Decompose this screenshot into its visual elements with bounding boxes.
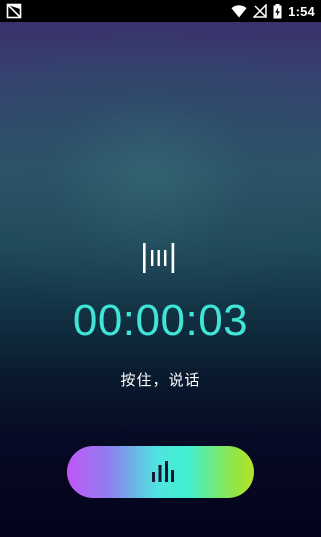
status-time: 1:54: [288, 3, 315, 19]
status-icons: 1:54: [231, 0, 315, 22]
elapsed-timer: 00:00:03: [72, 296, 249, 345]
status-bar: 1:54: [0, 0, 321, 22]
hold-to-record-button[interactable]: [67, 446, 254, 498]
audio-wave-icon: [143, 243, 175, 273]
wifi-icon: [231, 4, 247, 17]
signal-off-icon: [253, 4, 267, 18]
no-sim-icon: [6, 3, 22, 19]
equalizer-icon: [152, 461, 174, 482]
voice-recorder-screen: 1:54 00:00:03 按住，说话: [0, 0, 321, 537]
battery-charging-icon: [273, 3, 282, 18]
hold-to-talk-hint: 按住，说话: [120, 371, 201, 389]
